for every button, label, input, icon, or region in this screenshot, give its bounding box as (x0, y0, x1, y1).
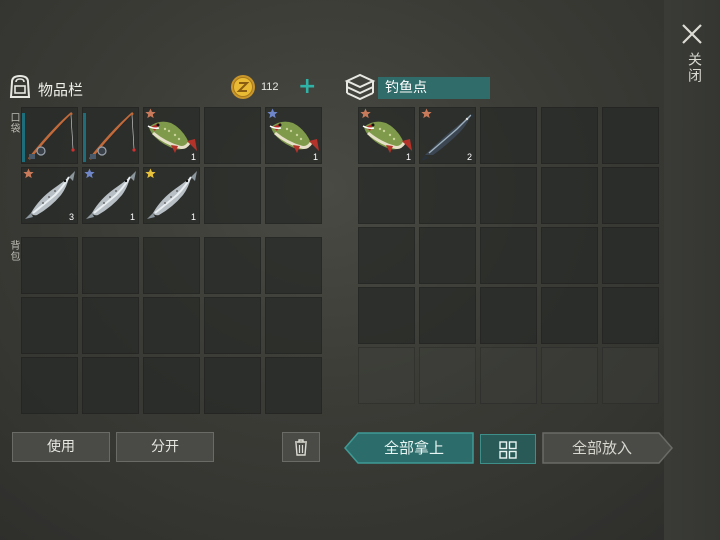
grid-sort-icon (499, 441, 517, 459)
trash-button[interactable] (282, 432, 320, 462)
empty-slot[interactable] (602, 107, 659, 164)
empty-slot[interactable] (541, 287, 598, 344)
empty-slot[interactable] (480, 167, 537, 224)
empty-slot[interactable] (602, 227, 659, 284)
take-all-label: 全部拿上 (383, 439, 444, 457)
empty-slot[interactable] (602, 347, 659, 404)
item-quantity: 2 (466, 152, 472, 162)
item-slot[interactable]: 2 (419, 107, 476, 164)
empty-slot[interactable] (541, 347, 598, 404)
empty-slot[interactable] (480, 227, 537, 284)
empty-slot[interactable] (419, 227, 476, 284)
empty-slot[interactable] (602, 287, 659, 344)
empty-slot[interactable] (419, 167, 476, 224)
empty-slot[interactable] (358, 287, 415, 344)
empty-slot[interactable] (480, 287, 537, 344)
empty-slot[interactable] (480, 107, 537, 164)
put-all-label: 全部放入 (571, 439, 632, 457)
empty-slot[interactable] (358, 227, 415, 284)
empty-slot[interactable] (419, 347, 476, 404)
empty-slot[interactable] (602, 167, 659, 224)
rarity-star-icon (360, 108, 371, 119)
empty-slot[interactable] (358, 347, 415, 404)
empty-slot[interactable] (358, 167, 415, 224)
use-button[interactable]: 使用 (12, 432, 110, 462)
rarity-star-icon (421, 108, 432, 119)
take-all-button[interactable]: 全部拿上 (344, 432, 474, 464)
empty-slot[interactable] (541, 167, 598, 224)
fishing-spot-grid: 12 (0, 0, 720, 416)
split-button[interactable]: 分开 (116, 432, 214, 462)
empty-slot[interactable] (419, 287, 476, 344)
empty-slot[interactable] (480, 347, 537, 404)
put-all-button[interactable]: 全部放入 (542, 432, 674, 464)
item-quantity: 1 (405, 152, 411, 162)
sort-button[interactable] (480, 434, 536, 464)
empty-slot[interactable] (541, 227, 598, 284)
trash-icon (295, 439, 307, 456)
item-slot[interactable]: 1 (358, 107, 415, 164)
empty-slot[interactable] (541, 107, 598, 164)
